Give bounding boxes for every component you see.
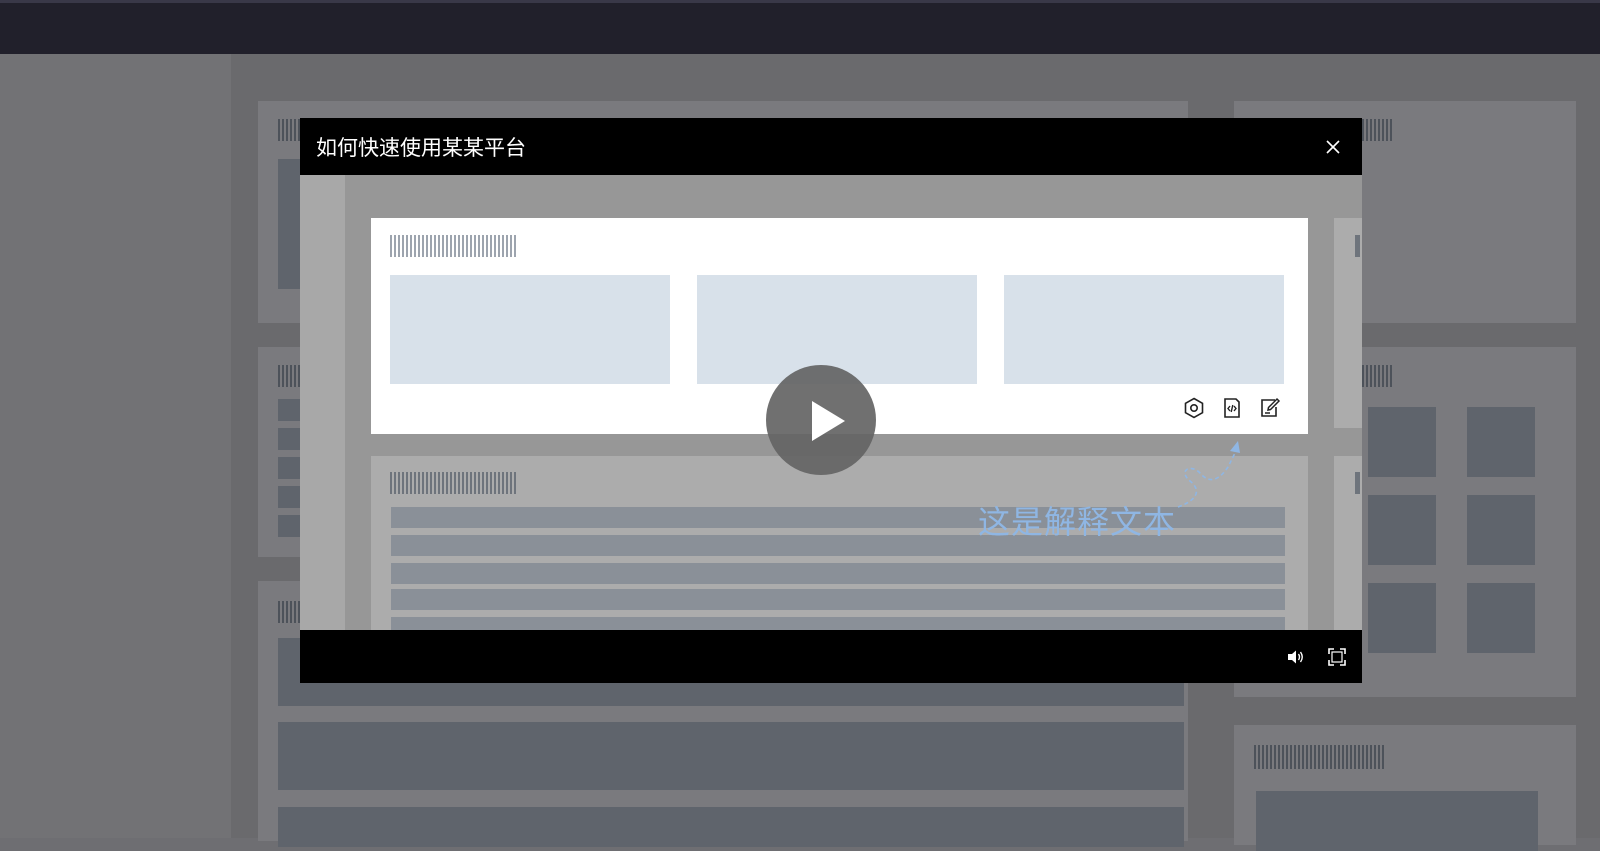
settings-hexagon-icon: [1182, 396, 1206, 420]
video-modal: 如何快速使用某某平台 这是解释文本: [300, 118, 1362, 683]
video-area[interactable]: 这是解释文本: [300, 175, 1362, 630]
placeholder-row: [278, 807, 1184, 847]
placeholder-mark: [1355, 472, 1360, 494]
video-content-card: [371, 456, 1308, 630]
placeholder-tile: [1467, 495, 1535, 565]
video-side-card: [1334, 218, 1362, 428]
annotation-text: 这是解释文本: [978, 503, 1177, 541]
video-sidebar: [300, 175, 345, 630]
placeholder-tile: [1467, 407, 1535, 477]
placeholder-heading: [1254, 745, 1384, 769]
placeholder-row: [391, 617, 1285, 630]
placeholder-row: [391, 589, 1285, 610]
placeholder-panel: [390, 275, 670, 384]
placeholder-tile: [1368, 407, 1436, 477]
placeholder-tile: [1368, 583, 1436, 653]
volume-icon[interactable]: [1285, 646, 1307, 668]
video-side-card: [1334, 456, 1362, 630]
close-icon[interactable]: [1322, 136, 1344, 158]
fullscreen-icon[interactable]: [1326, 646, 1348, 668]
placeholder-block: [1256, 791, 1538, 851]
placeholder-panel: [1004, 275, 1284, 384]
code-file-icon: [1220, 396, 1244, 420]
placeholder-tile: [1368, 495, 1436, 565]
modal-title: 如何快速使用某某平台: [316, 136, 526, 160]
placeholder-mark: [1355, 235, 1360, 257]
edit-note-icon: [1258, 396, 1282, 420]
play-button[interactable]: [766, 365, 876, 475]
annotation-arrow: [1170, 439, 1260, 509]
placeholder-tile: [1467, 583, 1535, 653]
play-icon: [812, 401, 845, 441]
video-controls-bar: [300, 630, 1362, 683]
placeholder-row: [391, 563, 1285, 584]
app-top-bar: [0, 0, 1600, 54]
placeholder-heading: [390, 235, 518, 257]
app-sidebar: [0, 54, 231, 838]
background-card: [1234, 725, 1576, 851]
placeholder-row: [278, 722, 1184, 790]
placeholder-heading: [390, 472, 518, 494]
